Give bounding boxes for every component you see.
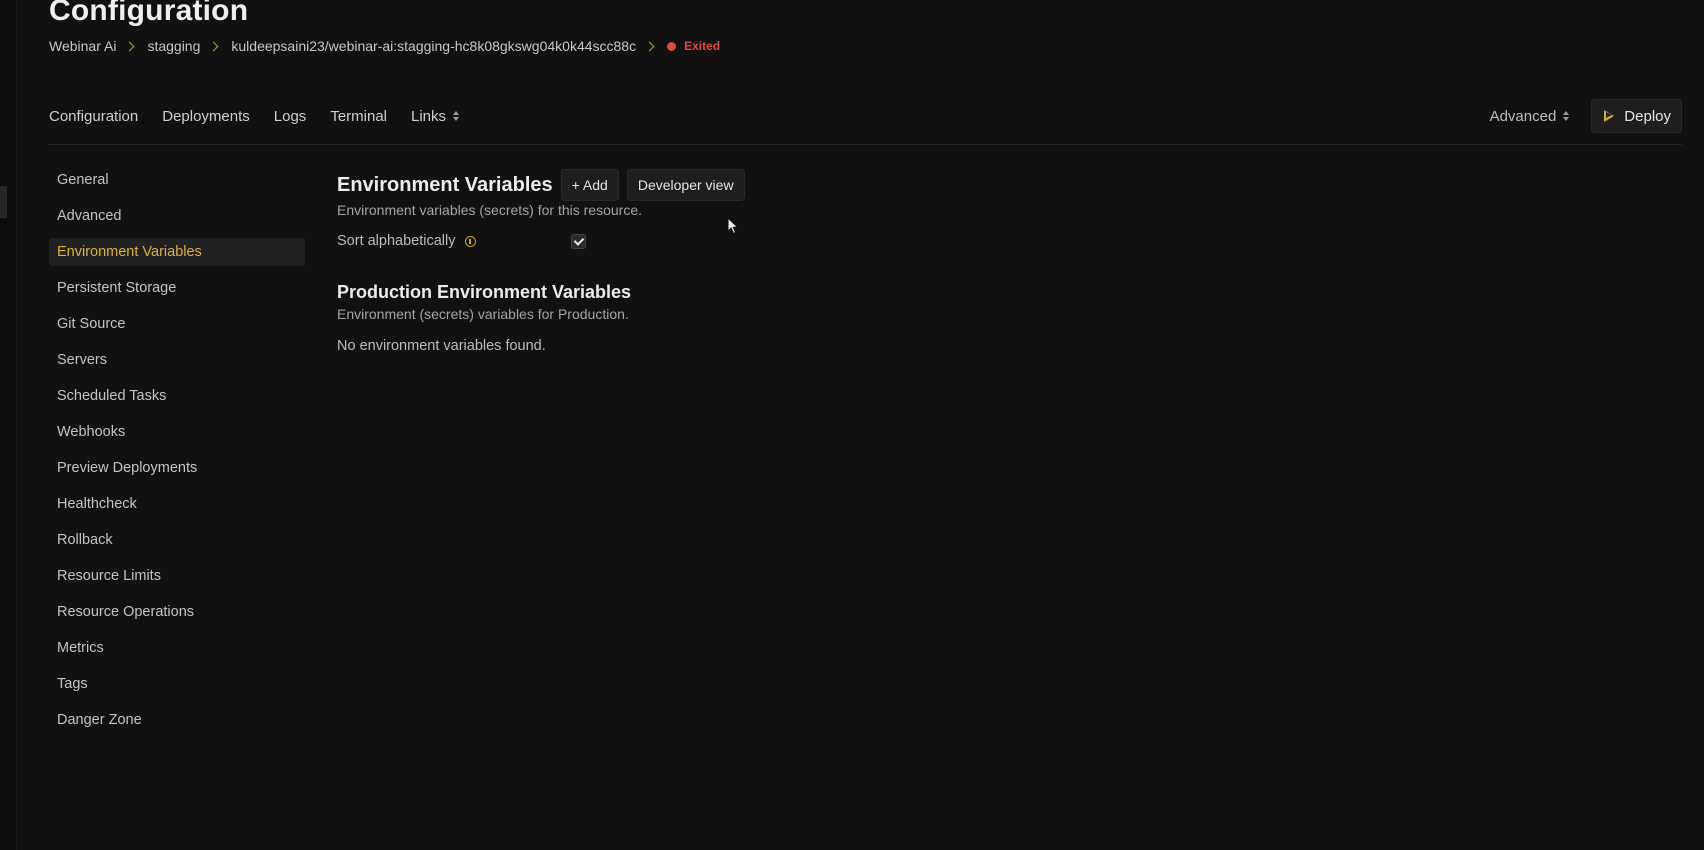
sort-alphabetically-row: Sort alphabetically [337,230,1237,252]
tab-deployments[interactable]: Deployments [162,108,250,125]
advanced-dropdown[interactable]: Advanced [1490,108,1570,125]
rail-indicator [0,186,7,218]
advanced-dropdown-label: Advanced [1489,107,1557,125]
sidebar-item-metrics[interactable]: Metrics [49,634,305,662]
chevron-right-icon [208,41,219,51]
section-title: Environment Variables [337,173,553,196]
chevron-right-icon [644,41,655,51]
section-subtitle: Environment variables (secrets) for this… [337,202,642,218]
sidebar-item-servers[interactable]: Servers [49,346,305,374]
sidebar-item-general[interactable]: General [49,166,305,194]
env-vars-header: Environment Variables + Add Developer vi… [337,168,1237,202]
sidebar-item-resource-limits[interactable]: Resource Limits [49,562,305,590]
breadcrumb-environment[interactable]: stagging [147,38,200,54]
tab-configuration[interactable]: Configuration [49,108,138,125]
sidebar-item-resource-operations[interactable]: Resource Operations [49,598,305,626]
updown-icon [1563,111,1570,121]
sidebar-item-webhooks[interactable]: Webhooks [49,418,305,446]
sidebar-item-scheduled-tasks[interactable]: Scheduled Tasks [49,382,305,410]
top-nav: Configuration Deployments Logs Terminal … [49,104,483,128]
header-divider [49,144,1682,145]
tab-terminal[interactable]: Terminal [330,108,387,125]
sidebar-item-danger-zone[interactable]: Danger Zone [49,706,305,734]
sort-checkbox[interactable] [570,233,586,249]
page-title: Configuration [49,0,249,27]
play-icon [1604,110,1615,122]
deploy-button-label: Deploy [1624,107,1671,125]
sidebar-item-git-source[interactable]: Git Source [49,310,305,338]
sidebar-item-preview-deployments[interactable]: Preview Deployments [49,454,305,482]
sidebar-item-environment-variables[interactable]: Environment Variables [49,238,305,266]
breadcrumb-resource[interactable]: kuldeepsaini23/webinar-ai:stagging-hc8k0… [231,38,636,54]
settings-sidebar: General Advanced Environment Variables P… [49,166,305,742]
tab-logs[interactable]: Logs [274,108,307,125]
chevron-right-icon [125,41,135,51]
add-button[interactable]: + Add [560,169,619,201]
info-icon[interactable] [464,235,476,247]
deploy-button[interactable]: Deploy [1591,99,1682,133]
sidebar-item-tags[interactable]: Tags [49,670,305,698]
links-dropdown-label: Links [411,107,447,125]
header-actions: Advanced Deploy [1490,99,1682,133]
updown-icon [453,111,460,121]
main-content: Environment Variables + Add Developer vi… [337,168,1237,354]
links-dropdown[interactable]: Links [411,107,460,125]
developer-view-button[interactable]: Developer view [626,169,745,201]
sidebar-item-advanced[interactable]: Advanced [49,202,305,230]
breadcrumb-project[interactable]: Webinar Ai [49,38,116,54]
left-rail [0,0,17,850]
production-subtitle: Environment (secrets) variables for Prod… [337,306,629,322]
status-badge: Exited [684,39,721,53]
breadcrumb: Webinar Ai stagging kuldeepsaini23/webin… [49,37,720,55]
sidebar-item-healthcheck[interactable]: Healthcheck [49,490,305,518]
status-dot-icon [667,41,677,51]
empty-state-text: No environment variables found. [337,338,546,354]
production-title: Production Environment Variables [337,282,632,302]
sort-label: Sort alphabetically [337,233,456,249]
sidebar-item-persistent-storage[interactable]: Persistent Storage [49,274,305,302]
configuration-page: Configuration Webinar Ai stagging kuldee… [49,0,1682,850]
sidebar-item-rollback[interactable]: Rollback [49,526,305,554]
